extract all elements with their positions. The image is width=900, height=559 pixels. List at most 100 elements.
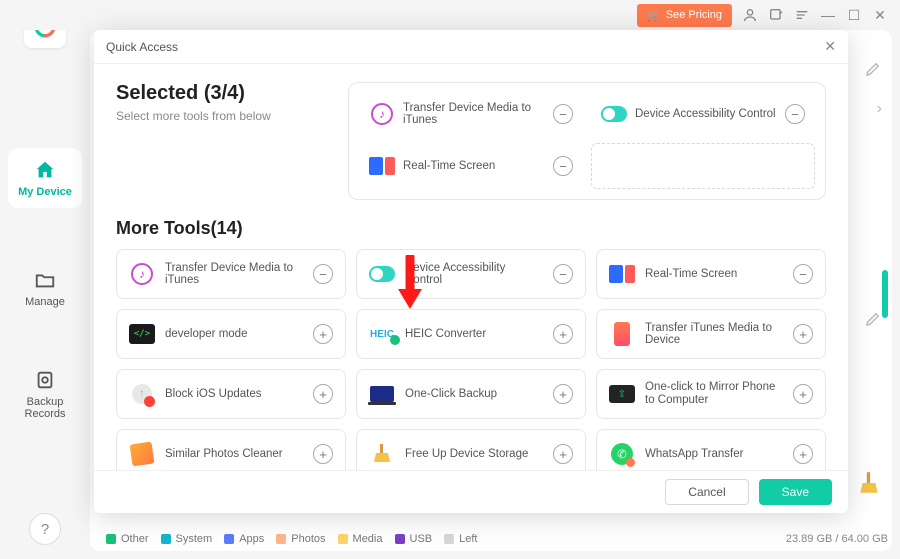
- tool-one-click-mirror[interactable]: ⇧ One-click to Mirror Phone to Computer …: [596, 369, 826, 419]
- add-button[interactable]: +: [553, 324, 573, 344]
- sidebar: My Device Manage Backup Records ?: [0, 0, 90, 559]
- save-button[interactable]: Save: [759, 479, 832, 505]
- remove-button[interactable]: −: [785, 104, 805, 124]
- remove-button[interactable]: −: [553, 104, 573, 124]
- tool-whatsapp-transfer[interactable]: ✆ WhatsApp Transfer +: [596, 429, 826, 470]
- sidebar-item-manage[interactable]: Manage: [8, 258, 82, 318]
- legend-swatch-apps: [224, 534, 234, 544]
- broom-icon[interactable]: [856, 470, 882, 501]
- cancel-button[interactable]: Cancel: [665, 479, 748, 505]
- add-button[interactable]: +: [793, 444, 813, 464]
- cast-icon: ⇧: [609, 381, 635, 407]
- add-button[interactable]: +: [793, 384, 813, 404]
- legend-swatch-other: [106, 534, 116, 544]
- window-minimize-icon[interactable]: —: [820, 7, 836, 23]
- tool-label: Device Accessibility Control: [405, 262, 543, 286]
- toggle-icon: [369, 261, 395, 287]
- selected-tool-real-time-screen: Real-Time Screen −: [359, 143, 583, 189]
- remove-button[interactable]: −: [793, 264, 813, 284]
- legend-label: System: [176, 533, 213, 545]
- tool-free-up-device-storage[interactable]: Free Up Device Storage +: [356, 429, 586, 470]
- tool-label: Transfer Device Media to iTunes: [165, 262, 303, 286]
- tool-label: Device Accessibility Control: [635, 108, 777, 120]
- legend-swatch-usb: [395, 534, 405, 544]
- legend-swatch-left: [444, 534, 454, 544]
- screens-icon: [609, 261, 635, 287]
- legend-label: Apps: [239, 533, 264, 545]
- see-pricing-label: See Pricing: [666, 9, 722, 21]
- remove-button[interactable]: −: [553, 156, 573, 176]
- legend-swatch-system: [161, 534, 171, 544]
- edit-icon[interactable]: [864, 310, 882, 333]
- legend-label: Other: [121, 533, 149, 545]
- more-tools-header: More Tools(14): [116, 218, 826, 239]
- tool-transfer-device-media-to-itunes[interactable]: Transfer Device Media to iTunes −: [116, 249, 346, 299]
- whatsapp-icon: ✆: [609, 441, 635, 467]
- remove-button[interactable]: −: [553, 264, 573, 284]
- remove-button[interactable]: −: [313, 264, 333, 284]
- scrollbar-thumb[interactable]: [882, 270, 888, 318]
- add-button[interactable]: +: [313, 324, 333, 344]
- user-icon[interactable]: [742, 7, 758, 23]
- chevron-right-icon[interactable]: ›: [877, 100, 882, 118]
- terminal-icon: </>: [129, 321, 155, 347]
- sidebar-item-label: My Device: [18, 186, 72, 198]
- sidebar-item-my-device[interactable]: My Device: [8, 148, 82, 208]
- tool-label: Transfer iTunes Media to Device: [645, 322, 783, 346]
- tool-label: Transfer Device Media to iTunes: [403, 102, 545, 126]
- feedback-icon[interactable]: [768, 7, 784, 23]
- legend-label: USB: [410, 533, 433, 545]
- add-button[interactable]: +: [553, 444, 573, 464]
- sidebar-item-backup-records[interactable]: Backup Records: [8, 358, 82, 430]
- screens-icon: [369, 153, 395, 179]
- see-pricing-button[interactable]: 🛒 See Pricing: [637, 4, 732, 27]
- window-maximize-icon[interactable]: ☐: [846, 7, 862, 23]
- window-close-icon[interactable]: ✕: [872, 7, 888, 23]
- tool-label: Similar Photos Cleaner: [165, 448, 303, 460]
- storage-legend: Other System Apps Photos Media USB Left …: [106, 533, 888, 545]
- add-button[interactable]: +: [793, 324, 813, 344]
- tool-similar-photos-cleaner[interactable]: Similar Photos Cleaner +: [116, 429, 346, 470]
- add-button[interactable]: +: [313, 444, 333, 464]
- selected-header: Selected (3/4): [116, 82, 326, 105]
- selected-subheader: Select more tools from below: [116, 109, 326, 123]
- tool-label: Free Up Device Storage: [405, 448, 543, 460]
- storage-capacity: 23.89 GB / 64.00 GB: [786, 533, 888, 545]
- help-button[interactable]: ?: [29, 513, 61, 545]
- selected-tool-accessibility-control: Device Accessibility Control −: [591, 93, 815, 135]
- add-button[interactable]: +: [313, 384, 333, 404]
- tool-real-time-screen[interactable]: Real-Time Screen −: [596, 249, 826, 299]
- tool-label: Real-Time Screen: [403, 160, 545, 172]
- more-tools-grid: Transfer Device Media to iTunes − Device…: [116, 249, 826, 470]
- modal-title: Quick Access: [106, 40, 178, 54]
- edit-icon[interactable]: [864, 60, 882, 83]
- tool-label: Real-Time Screen: [645, 268, 783, 280]
- menu-icon[interactable]: [794, 7, 810, 23]
- tool-block-ios-updates[interactable]: ↑ Block iOS Updates +: [116, 369, 346, 419]
- tool-one-click-backup[interactable]: One-Click Backup +: [356, 369, 586, 419]
- folder-icon: [33, 268, 57, 292]
- tool-heic-converter[interactable]: HEIC HEIC Converter +: [356, 309, 586, 359]
- tool-device-accessibility-control[interactable]: Device Accessibility Control −: [356, 249, 586, 299]
- tool-developer-mode[interactable]: </> developer mode +: [116, 309, 346, 359]
- backup-icon: [33, 368, 57, 392]
- laptop-icon: [369, 381, 395, 407]
- toggle-icon: [601, 101, 627, 127]
- close-icon[interactable]: ✕: [824, 38, 836, 55]
- sidebar-item-label: Manage: [25, 296, 65, 308]
- block-updates-icon: ↑: [129, 381, 155, 407]
- empty-slot[interactable]: [591, 143, 815, 189]
- tool-label: WhatsApp Transfer: [645, 448, 783, 460]
- itunes-icon: [129, 261, 155, 287]
- legend-swatch-media: [338, 534, 348, 544]
- cart-icon: 🛒: [647, 9, 661, 22]
- itunes-icon: [369, 101, 395, 127]
- add-button[interactable]: +: [553, 384, 573, 404]
- broom-icon: [369, 441, 395, 467]
- tool-label: HEIC Converter: [405, 328, 543, 340]
- tool-transfer-itunes-media-to-device[interactable]: Transfer iTunes Media to Device +: [596, 309, 826, 359]
- selected-tools-box: Transfer Device Media to iTunes − Device…: [348, 82, 826, 200]
- quick-access-modal: Quick Access ✕ Selected (3/4) Select mor…: [94, 30, 848, 513]
- tool-label: One-click to Mirror Phone to Computer: [645, 381, 783, 407]
- phone-icon: [609, 321, 635, 347]
